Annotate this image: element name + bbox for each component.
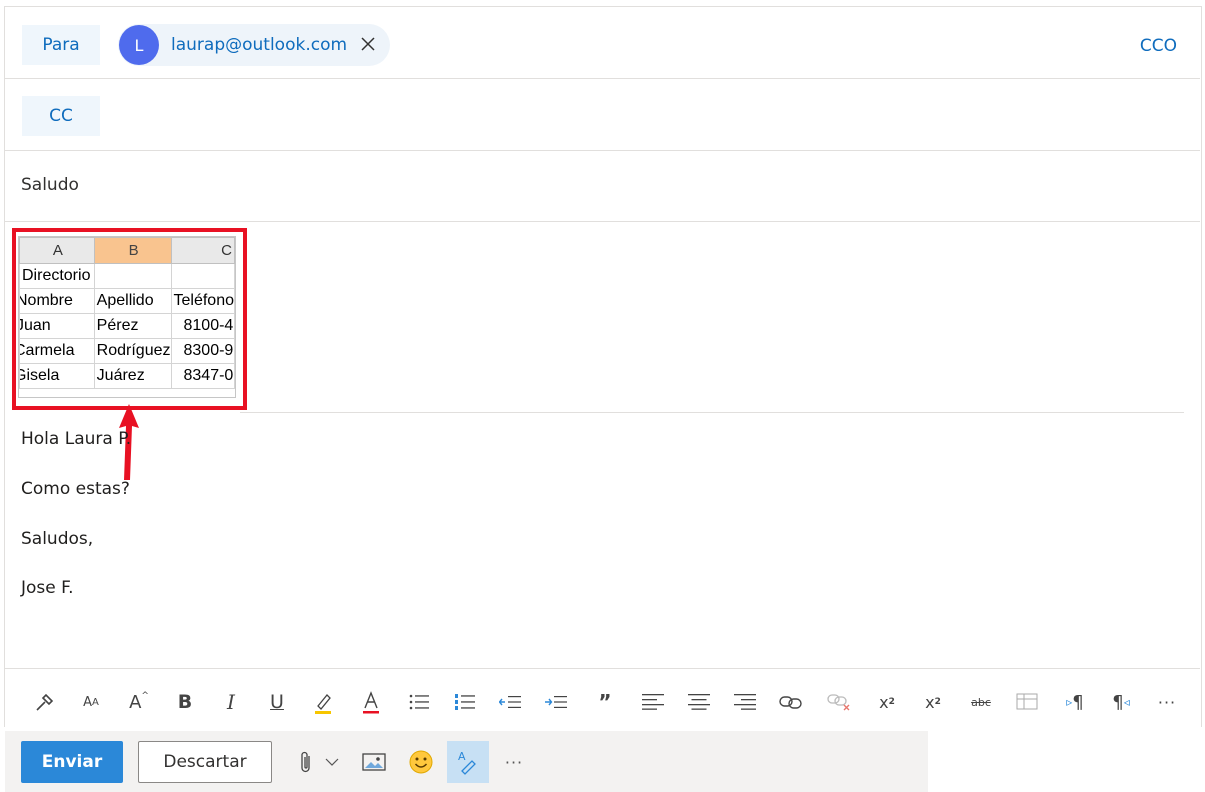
- cc-row: [5, 78, 1200, 151]
- attach-icon[interactable]: [295, 747, 317, 777]
- send-button[interactable]: Enviar: [21, 741, 123, 783]
- more-formatting-icon[interactable]: ···: [1154, 684, 1180, 720]
- subject-field[interactable]: Saludo: [21, 175, 79, 195]
- insert-picture-icon[interactable]: [361, 747, 387, 777]
- highlight-box: [12, 228, 247, 410]
- body-closing[interactable]: Saludos,: [21, 529, 93, 549]
- bcc-link[interactable]: CCO: [1140, 36, 1177, 56]
- more-options-icon[interactable]: ···: [501, 747, 527, 777]
- increase-indent-icon[interactable]: [544, 684, 570, 720]
- rtl-icon[interactable]: ¶ ◃: [1108, 684, 1134, 720]
- to-button[interactable]: Para: [22, 25, 100, 65]
- superscript-icon[interactable]: x2: [874, 684, 900, 720]
- grow-font-icon[interactable]: A ^: [126, 684, 152, 720]
- align-left-icon[interactable]: [640, 684, 666, 720]
- recipient-email: laurap@outlook.com: [171, 35, 348, 55]
- toolbar-top-border: [5, 668, 1200, 669]
- underline-icon[interactable]: U: [264, 684, 290, 720]
- font-color-icon[interactable]: [358, 684, 384, 720]
- ltr-icon[interactable]: ▹ ¶: [1062, 684, 1088, 720]
- align-right-icon[interactable]: [732, 684, 758, 720]
- body-divider: [240, 412, 1184, 413]
- italic-icon[interactable]: I: [218, 684, 244, 720]
- body-greeting[interactable]: Hola Laura P.: [21, 429, 131, 449]
- emoji-icon[interactable]: [407, 747, 435, 777]
- decrease-indent-icon[interactable]: [498, 684, 524, 720]
- svg-text:A: A: [458, 750, 466, 763]
- cc-button[interactable]: CC: [22, 96, 100, 136]
- remove-recipient-icon[interactable]: [358, 34, 378, 54]
- discard-button[interactable]: Descartar: [138, 741, 272, 783]
- compose-actions-bar: Enviar Descartar A ···: [5, 731, 928, 792]
- quote-icon[interactable]: ”: [592, 684, 618, 720]
- remove-link-icon[interactable]: [826, 684, 852, 720]
- subject-row: [5, 150, 1200, 222]
- align-center-icon[interactable]: [686, 684, 712, 720]
- insert-link-icon[interactable]: [778, 684, 804, 720]
- recipient-avatar: L: [119, 25, 159, 65]
- font-size-icon[interactable]: AA: [78, 684, 104, 720]
- formatting-toolbar: AA A ^ B I U ” x2 x2 abc ▹ ¶ ¶ ◃ ···: [22, 684, 1192, 720]
- bullets-icon[interactable]: [406, 684, 432, 720]
- body-signature[interactable]: Jose F.: [21, 578, 74, 598]
- body-line-2[interactable]: Como estas?: [21, 479, 130, 499]
- chevron-down-icon[interactable]: [321, 747, 343, 777]
- highlight-icon[interactable]: [310, 684, 336, 720]
- strikethrough-icon[interactable]: abc: [966, 684, 996, 720]
- numbering-icon[interactable]: [452, 684, 478, 720]
- insert-table-icon[interactable]: [1014, 684, 1040, 720]
- subscript-icon[interactable]: x2: [920, 684, 946, 720]
- bold-icon[interactable]: B: [172, 684, 198, 720]
- recipient-chip[interactable]: L laurap@outlook.com: [118, 24, 390, 66]
- format-painter-icon[interactable]: [32, 684, 58, 720]
- editor-icon[interactable]: A: [447, 741, 489, 783]
